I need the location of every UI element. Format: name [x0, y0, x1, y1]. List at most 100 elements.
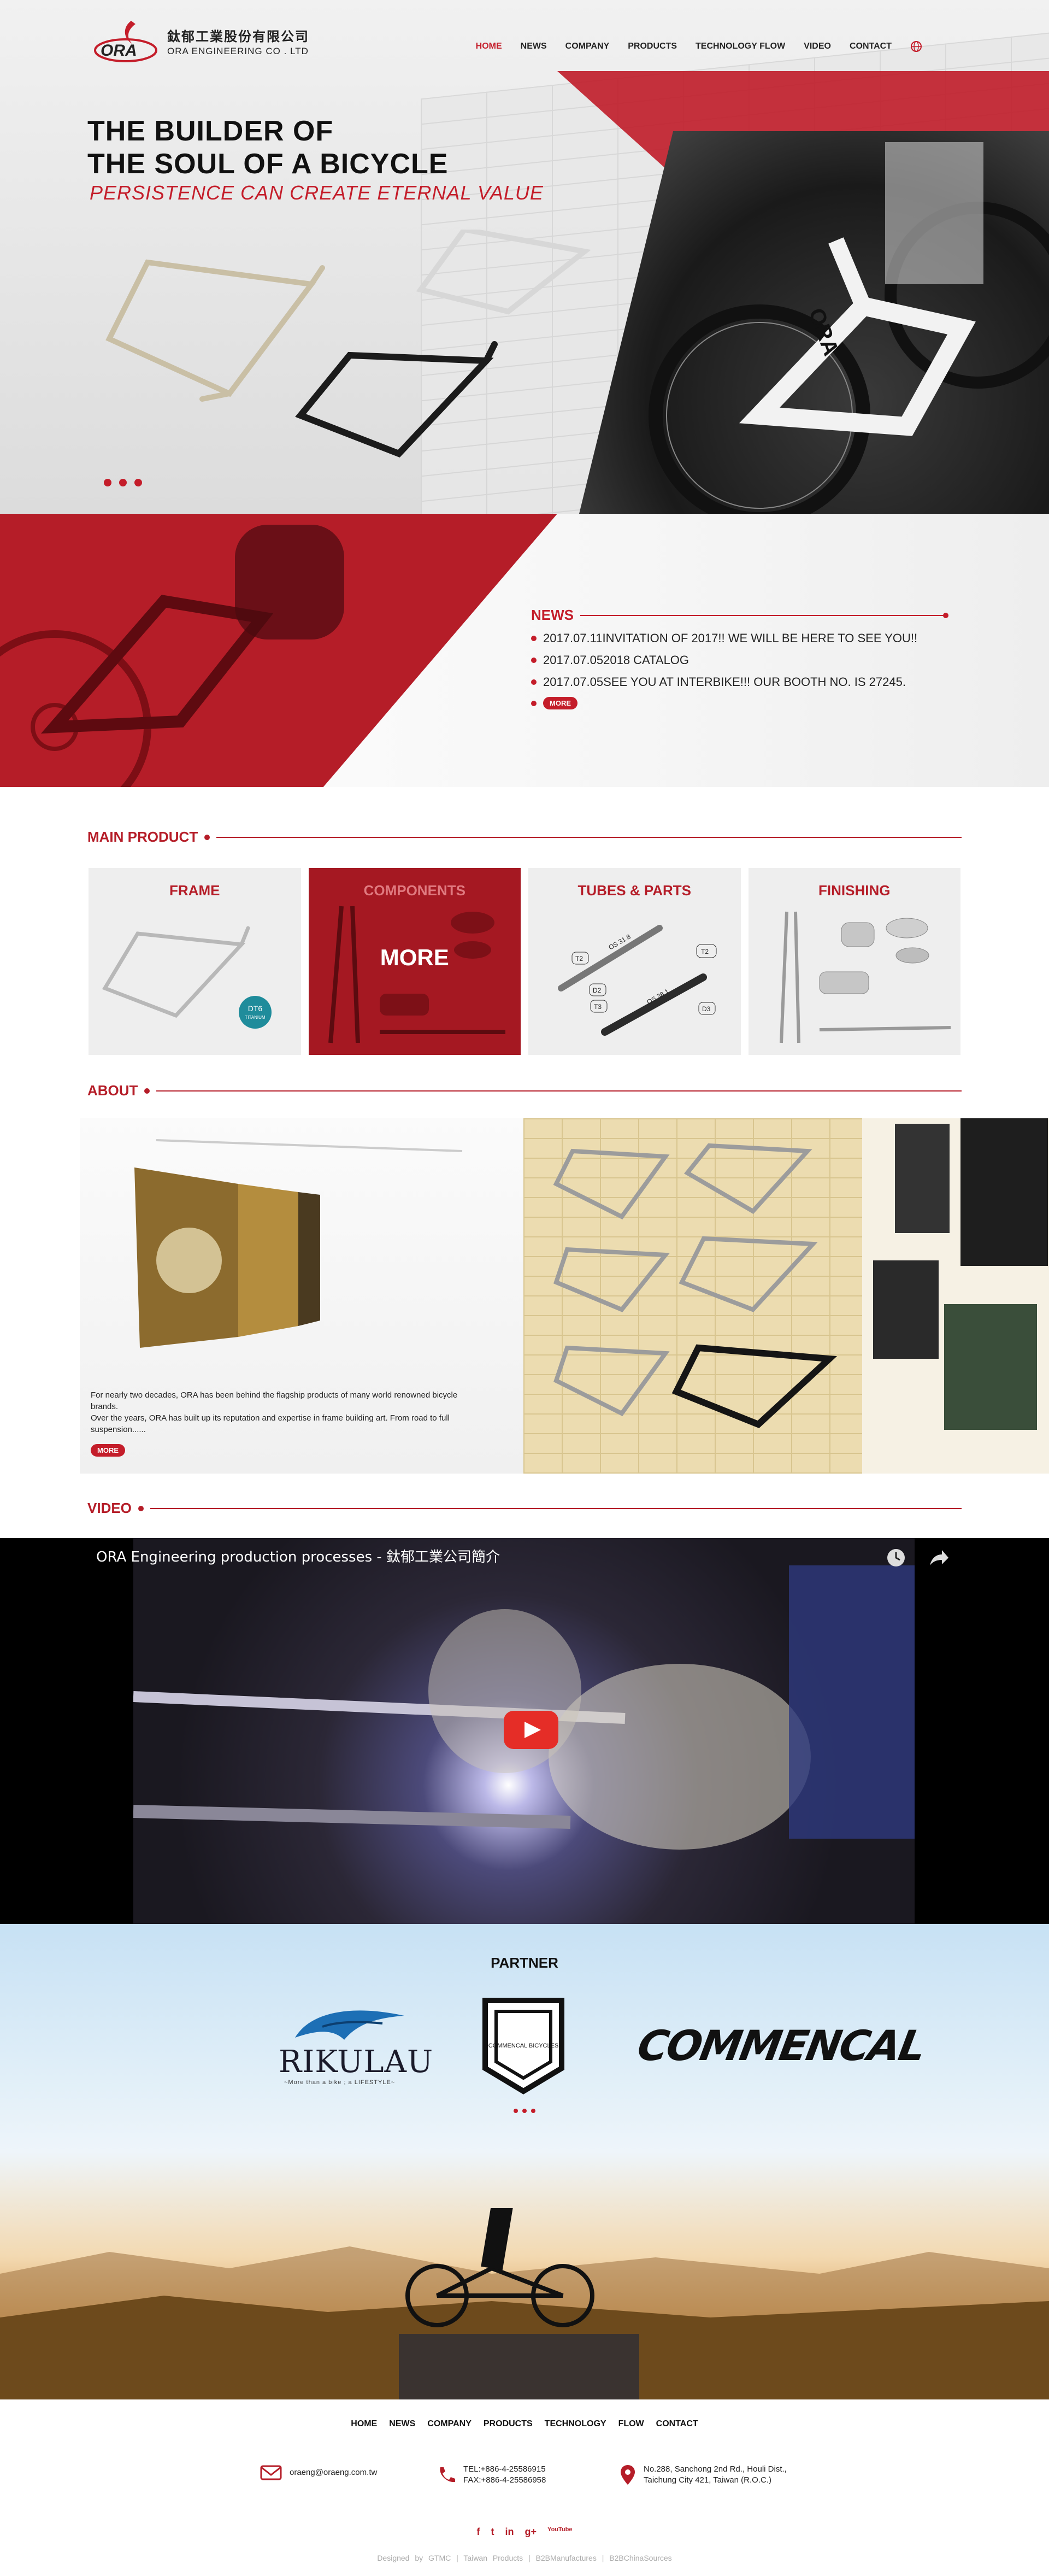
dt6-badge-text: DT6 — [248, 1004, 263, 1013]
product-card-frame[interactable]: FRAME DT6 TITANIUM — [89, 868, 301, 1055]
footer-nav-contact[interactable]: CONTACT — [656, 2419, 698, 2429]
footer-nav-products[interactable]: PRODUCTS — [484, 2419, 533, 2429]
heading-line — [150, 1507, 962, 1509]
heading-dot — [204, 834, 210, 840]
footer-nav-flow[interactable]: FLOW — [618, 2419, 644, 2429]
finishing-image — [779, 911, 951, 1043]
news-item[interactable]: 2017.07.11INVITATION OF 2017!! WE WILL B… — [531, 631, 946, 646]
nav-company[interactable]: COMPANY — [565, 42, 610, 51]
tel-text[interactable]: TEL:+886-4-25586915 — [463, 2464, 546, 2475]
news-more-button[interactable]: MORE — [543, 697, 577, 709]
location-pin-icon — [621, 2465, 635, 2485]
news-section: NEWS 2017.07.11INVITATION OF 2017!! WE W… — [0, 514, 1049, 787]
product-card-components[interactable]: COMPONENTS MORE — [308, 868, 521, 1055]
tube-tag: T2 — [575, 955, 583, 963]
heading-dot — [138, 1505, 144, 1511]
commencal-bicycles-badge[interactable]: COMMENCAL BICYCLES — [482, 1997, 565, 2094]
bullet-icon — [531, 658, 537, 663]
commencal-logo[interactable]: COMMENCAL — [634, 2021, 928, 2070]
nav-technology-flow[interactable]: TECHNOLOGY FLOW — [696, 42, 785, 51]
tube-tag: T3 — [594, 1003, 602, 1011]
bullet-icon — [531, 700, 537, 706]
partner-dot-1[interactable] — [514, 2109, 518, 2113]
facebook-icon[interactable]: f — [477, 2526, 480, 2538]
address-line2: Taichung City 421, Taiwan (R.O.C.) — [644, 2475, 771, 2485]
credit-b2bmanufactures[interactable]: B2BManufactures — [536, 2554, 597, 2562]
news-item-text[interactable]: 2017.07.052018 CATALOG — [543, 653, 689, 667]
site-footer: HOME NEWS COMPANY PRODUCTS TECHNOLOGY FL… — [0, 2399, 1049, 2576]
wall-frames-image — [553, 1118, 1049, 1474]
news-item[interactable]: 2017.07.05SEE YOU AT INTERBIKE!!! OUR BO… — [531, 675, 946, 689]
footer-credits: Designed by GTMC | Taiwan Products | B2B… — [0, 2554, 1049, 2562]
google-plus-icon[interactable]: g+ — [525, 2526, 537, 2538]
share-icon[interactable] — [928, 1549, 950, 1568]
rikulau-logo[interactable]: RIKULAU — [279, 2044, 433, 2080]
footer-nav-home[interactable]: HOME — [351, 2419, 377, 2429]
heading-dot — [144, 1088, 150, 1094]
about-more-button[interactable]: MORE — [91, 1444, 125, 1457]
email-text[interactable]: oraeng@oraeng.com.tw — [290, 2467, 377, 2478]
footer-phone: TEL:+886-4-25586915 FAX:+886-4-25586958 — [436, 2464, 546, 2486]
social-links: f t in g+ YouTube — [0, 2526, 1049, 2538]
frame-image: DT6 TITANIUM — [102, 926, 272, 1029]
credit-b2bchinasources[interactable]: B2BChinaSources — [609, 2554, 671, 2562]
footer-email[interactable]: oraeng@oraeng.com.tw — [260, 2464, 377, 2481]
news-more-row: MORE — [531, 697, 946, 709]
nav-video[interactable]: VIDEO — [804, 42, 831, 51]
news-title: NEWS — [531, 607, 574, 623]
credit-separator: | — [528, 2554, 531, 2562]
slider-dot-3[interactable] — [134, 479, 142, 486]
youtube-icon[interactable]: YouTube — [547, 2526, 572, 2538]
slider-dot-1[interactable] — [104, 479, 111, 486]
hero-title-line2: THE SOUL OF A BICYCLE — [87, 148, 449, 180]
footer-nav-company[interactable]: COMPANY — [427, 2419, 472, 2429]
video-title: VIDEO — [87, 1500, 132, 1516]
slider-dots[interactable] — [104, 479, 142, 486]
partner-dot-2[interactable] — [522, 2109, 527, 2113]
main-product-heading: MAIN PRODUCT — [87, 829, 962, 846]
footer-nav-news[interactable]: NEWS — [389, 2419, 415, 2429]
about-text: For nearly two decades, ORA has been beh… — [91, 1389, 484, 1435]
nav-news[interactable]: NEWS — [521, 42, 547, 51]
video-heading: VIDEO — [87, 1500, 962, 1517]
rikulau-tagline: ~More than a bike ; a LIFESTYLE~ — [284, 2079, 396, 2086]
bicycle-frames-image — [105, 230, 591, 458]
tube-tag: T2 — [701, 948, 709, 955]
credit-taiwan-products[interactable]: Taiwan Products — [463, 2554, 523, 2562]
main-product-title: MAIN PRODUCT — [87, 829, 198, 845]
watch-later-icon[interactable] — [885, 1547, 907, 1569]
nav-products[interactable]: PRODUCTS — [628, 42, 677, 51]
gallery-photo: For nearly two decades, ORA has been beh… — [80, 1118, 523, 1474]
globe-icon[interactable] — [910, 40, 922, 52]
hero-subtitle: PERSISTENCE CAN CREATE ETERNAL VALUE — [90, 181, 544, 204]
product-card-finishing[interactable]: FINISHING — [748, 868, 960, 1055]
tube-tag: D2 — [593, 987, 602, 994]
credit-designer[interactable]: Designed by GTMC — [377, 2554, 451, 2562]
partner-dot-3[interactable] — [531, 2109, 535, 2113]
mountain-landscape-image — [0, 2208, 1049, 2399]
news-item-text[interactable]: 2017.07.05SEE YOU AT INTERBIKE!!! OUR BO… — [543, 675, 906, 689]
nav-home[interactable]: HOME — [476, 42, 502, 51]
product-grid: FRAME DT6 TITANIUM COMPONENTS MORE TUBES… — [89, 868, 960, 1055]
site-header: ORA 鈦郁工業股份有限公司 ORA ENGINEERING CO . LTD … — [0, 0, 1049, 98]
nav-contact[interactable]: CONTACT — [850, 42, 892, 51]
product-card-tubes-parts[interactable]: TUBES & PARTS OS 31.8 OS 38.1 T2 T2 T3 D… — [528, 868, 741, 1055]
partner-slider-dots[interactable] — [514, 2109, 535, 2113]
news-item[interactable]: 2017.07.052018 CATALOG — [531, 653, 946, 667]
footer-nav-technology[interactable]: TECHNOLOGY — [545, 2419, 606, 2429]
dt6-badge-subtext: TITANIUM — [245, 1015, 266, 1020]
fax-text: FAX:+886-4-25586958 — [463, 2475, 546, 2485]
news-item-text[interactable]: 2017.07.11INVITATION OF 2017!! WE WILL B… — [543, 631, 917, 646]
youtube-play-icon[interactable] — [504, 1711, 558, 1749]
slider-dot-2[interactable] — [119, 479, 127, 486]
components-more-overlay[interactable]: MORE — [309, 944, 521, 971]
news-box: NEWS 2017.07.11INVITATION OF 2017!! WE W… — [531, 607, 948, 709]
video-caption[interactable]: ORA Engineering production processes - 鈦… — [96, 1546, 500, 1566]
twitter-icon[interactable]: t — [491, 2526, 494, 2538]
about-title: ABOUT — [87, 1082, 138, 1099]
credit-separator: | — [602, 2554, 604, 2562]
about-heading: ABOUT — [87, 1082, 962, 1099]
bullet-icon — [531, 636, 537, 641]
company-logo[interactable]: ORA 鈦郁工業股份有限公司 ORA ENGINEERING CO . LTD — [93, 16, 309, 66]
linkedin-icon[interactable]: in — [505, 2526, 514, 2538]
